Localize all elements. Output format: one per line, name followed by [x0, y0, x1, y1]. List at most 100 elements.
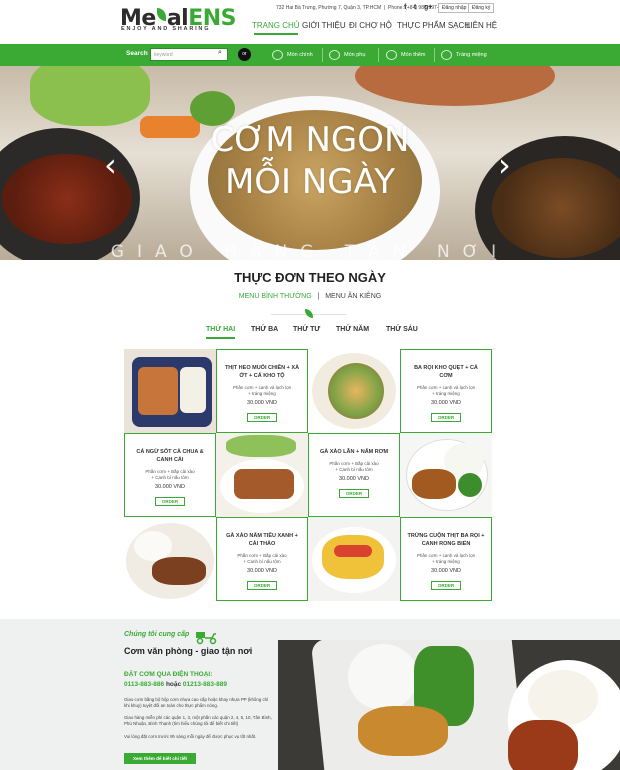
facebook-icon[interactable]: f: [404, 4, 406, 11]
dessert-icon: [441, 50, 452, 60]
menu-section-title: THỰC ĐƠN THEO NGÀY: [234, 270, 386, 285]
category-main-dish[interactable]: Món chính: [272, 48, 313, 62]
dish-photo: [308, 517, 400, 601]
promo-food-photo: [278, 640, 620, 770]
promo-paragraph-deadline: Vui lòng đặt cơm trước 9h sáng mỗi ngày …: [124, 734, 257, 739]
tab-thursday[interactable]: THỨ NĂM: [336, 326, 369, 333]
dish-name: GÀ XÀO NẤM TIÊU XANH + CẢI THẢO: [226, 533, 298, 547]
category-extra-dish[interactable]: Món thêm: [386, 48, 425, 62]
weekday-tabs: THỨ HAI THỨ BA THỨ TƯ THỨ NĂM THỨ SÁU: [200, 326, 430, 340]
slider-prev-icon[interactable]: ‹: [104, 146, 117, 184]
dish-photo: [216, 433, 308, 517]
dish-card: CÁ NGỪ SỐT CÀ CHUA & CANH CẢI Phần cơm +…: [124, 433, 216, 517]
dish-name: CÁ NGỪ SỐT CÀ CHUA & CANH CẢI: [136, 449, 204, 463]
nav-clean-food[interactable]: THỰC PHẨM SẠCH: [397, 20, 470, 44]
or-text: hoặc: [165, 681, 182, 688]
category-divider: [378, 48, 379, 62]
hero-slider: CƠM NGON MỖI NGÀY GIAO HÀNG TẬN NƠI ‹ ›: [0, 66, 620, 260]
dish-desc: + tráng miệng: [432, 559, 460, 564]
dish-photo: [124, 349, 216, 433]
site-header: Me alENS ENJOY AND SHARING 732 Hai Bà Trư…: [0, 0, 620, 44]
nav-shopping[interactable]: ĐI CHỢ HỘ: [349, 20, 392, 44]
dish-desc: + Canh bí nấu tôm: [243, 559, 281, 564]
twitter-icon[interactable]: t: [414, 4, 416, 11]
promo-paragraph-delivery: Giao hàng miễn phí các quận 1, 3, một ph…: [124, 715, 272, 726]
order-button[interactable]: ORDER: [154, 497, 186, 506]
menu-tab-separator: |: [317, 293, 320, 300]
category-label: Món chính: [287, 52, 313, 58]
dish-price: 30.000 VND: [431, 568, 461, 574]
hero-subtitle: GIAO HÀNG TẬN NƠI: [110, 242, 510, 260]
google-plus-icon[interactable]: g+: [424, 4, 432, 11]
register-button[interactable]: Đăng ký: [468, 3, 495, 13]
dish-desc: + tráng miệng: [432, 391, 460, 396]
search-input[interactable]: keyword: [150, 48, 228, 61]
order-by-phone-title: ĐẶT CƠM QUA ĐIỆN THOẠI:: [124, 671, 213, 678]
menu-grid: THỊT HEO MUỐI CHIÊN + XÀ ỚT + CÁ KHO TỘ …: [124, 349, 492, 601]
tab-friday[interactable]: THỨ SÁU: [386, 326, 418, 333]
logo-leaf-icon: [156, 8, 166, 21]
order-phones: 0113-883-886 hoặc 01213-883-889: [124, 681, 227, 688]
more-details-button[interactable]: Xem thêm để biết chi tiết: [124, 753, 196, 764]
category-side-dish[interactable]: Món phụ: [329, 48, 365, 62]
tab-regular-menu[interactable]: MENU BÌNH THƯỜNG: [239, 293, 312, 300]
order-button[interactable]: ORDER: [338, 489, 370, 498]
menu-type-tabs: MENU BÌNH THƯỜNG | MENU ĂN KIÊNG: [0, 293, 620, 300]
order-button[interactable]: ORDER: [246, 413, 278, 422]
tab-monday[interactable]: THỨ HAI: [206, 326, 236, 339]
tab-diet-menu[interactable]: MENU ĂN KIÊNG: [325, 293, 381, 300]
hero-title-line2: MỖI NGÀY: [224, 162, 396, 202]
dish-card: BA RỌI KHO QUẸT + CÁ CƠM Phần cơm + canh…: [400, 349, 492, 433]
dish-price: 30.000 VND: [155, 484, 185, 490]
slider-next-icon[interactable]: ›: [498, 146, 511, 184]
side-dish-icon: [329, 50, 340, 60]
phone-number-1[interactable]: 0113-883-886: [124, 681, 164, 688]
tab-tuesday[interactable]: THỨ BA: [251, 326, 278, 333]
dish-photo: [308, 349, 400, 433]
address-text: 732 Hai Bà Trưng, Phường 7, Quận 3, TP.H…: [276, 5, 382, 11]
dish-card: TRỨNG CUỘN THỊT BA RỌI + CANH RONG BIỂN …: [400, 517, 492, 601]
category-label: Tráng miệng: [456, 52, 487, 58]
category-dessert[interactable]: Tráng miệng: [441, 48, 487, 62]
login-button[interactable]: Đăng nhập: [438, 3, 471, 13]
dish-desc: + tráng miệng: [248, 391, 276, 396]
search-icon[interactable]: ⌕: [218, 49, 222, 57]
nav-contact[interactable]: LIÊN HỆ: [466, 20, 497, 44]
main-dish-icon: [272, 50, 283, 60]
order-button[interactable]: ORDER: [430, 581, 462, 590]
dish-price: 30.000 VND: [431, 400, 461, 406]
category-label: Món thêm: [401, 52, 426, 58]
order-button[interactable]: ORDER: [246, 581, 278, 590]
tab-wednesday[interactable]: THỨ TƯ: [293, 326, 320, 333]
dish-photo: [400, 433, 492, 517]
phone-number-2[interactable]: 01213-883-889: [183, 681, 227, 688]
dish-price: 30.000 VND: [339, 476, 369, 482]
dish-desc: + Canh bí nấu tôm: [151, 475, 189, 480]
extra-dish-icon: [386, 50, 397, 60]
category-divider: [434, 48, 435, 62]
dish-desc: + Canh bí nấu tôm: [335, 467, 373, 472]
nav-about[interactable]: GIỚI THIỆU: [302, 20, 346, 44]
or-badge: or: [238, 48, 251, 61]
dish-price: 30.000 VND: [247, 568, 277, 574]
promo-paragraph-packaging: Giao cơm bằng bộ hộp cơm nhựa cao cấp ho…: [124, 697, 269, 708]
dish-name: BA RỌI KHO QUẸT + CÁ CƠM: [414, 365, 478, 379]
order-button[interactable]: ORDER: [430, 413, 462, 422]
dish-card: GÀ XÀO NẤM TIÊU XANH + CẢI THẢO Phần cơm…: [216, 517, 308, 601]
leaf-divider-icon: [271, 309, 347, 319]
logo-tagline: ENJOY AND SHARING: [121, 26, 211, 32]
topbar-info: 732 Hai Bà Trưng, Phường 7, Quận 3, TP.H…: [276, 5, 447, 11]
dish-name: TRỨNG CUỘN THỊT BA RỌI + CANH RONG BIỂN: [407, 533, 485, 547]
promo-provide-text: Chúng tôi cung cấp: [124, 631, 190, 638]
search-label: Search: [126, 50, 148, 57]
category-divider: [322, 48, 323, 62]
hero-title-line1: CƠM NGON: [210, 120, 410, 160]
promo-text-block: Chúng tôi cung cấp Cơm văn phòng - giao …: [124, 619, 278, 770]
dish-card: GÀ XÀO LĂN + NẤM RƠM Phần cơm + Bắp cải …: [308, 433, 400, 517]
delivery-scooter-icon: [196, 632, 217, 645]
dish-card: THỊT HEO MUỐI CHIÊN + XÀ ỚT + CÁ KHO TỘ …: [216, 349, 308, 433]
dish-name: GÀ XÀO LĂN + NẤM RƠM: [319, 449, 389, 455]
nav-home[interactable]: TRANG CHỦ: [252, 20, 300, 44]
hero-vegetables-image: [30, 66, 150, 126]
dish-price: 30.000 VND: [247, 400, 277, 406]
